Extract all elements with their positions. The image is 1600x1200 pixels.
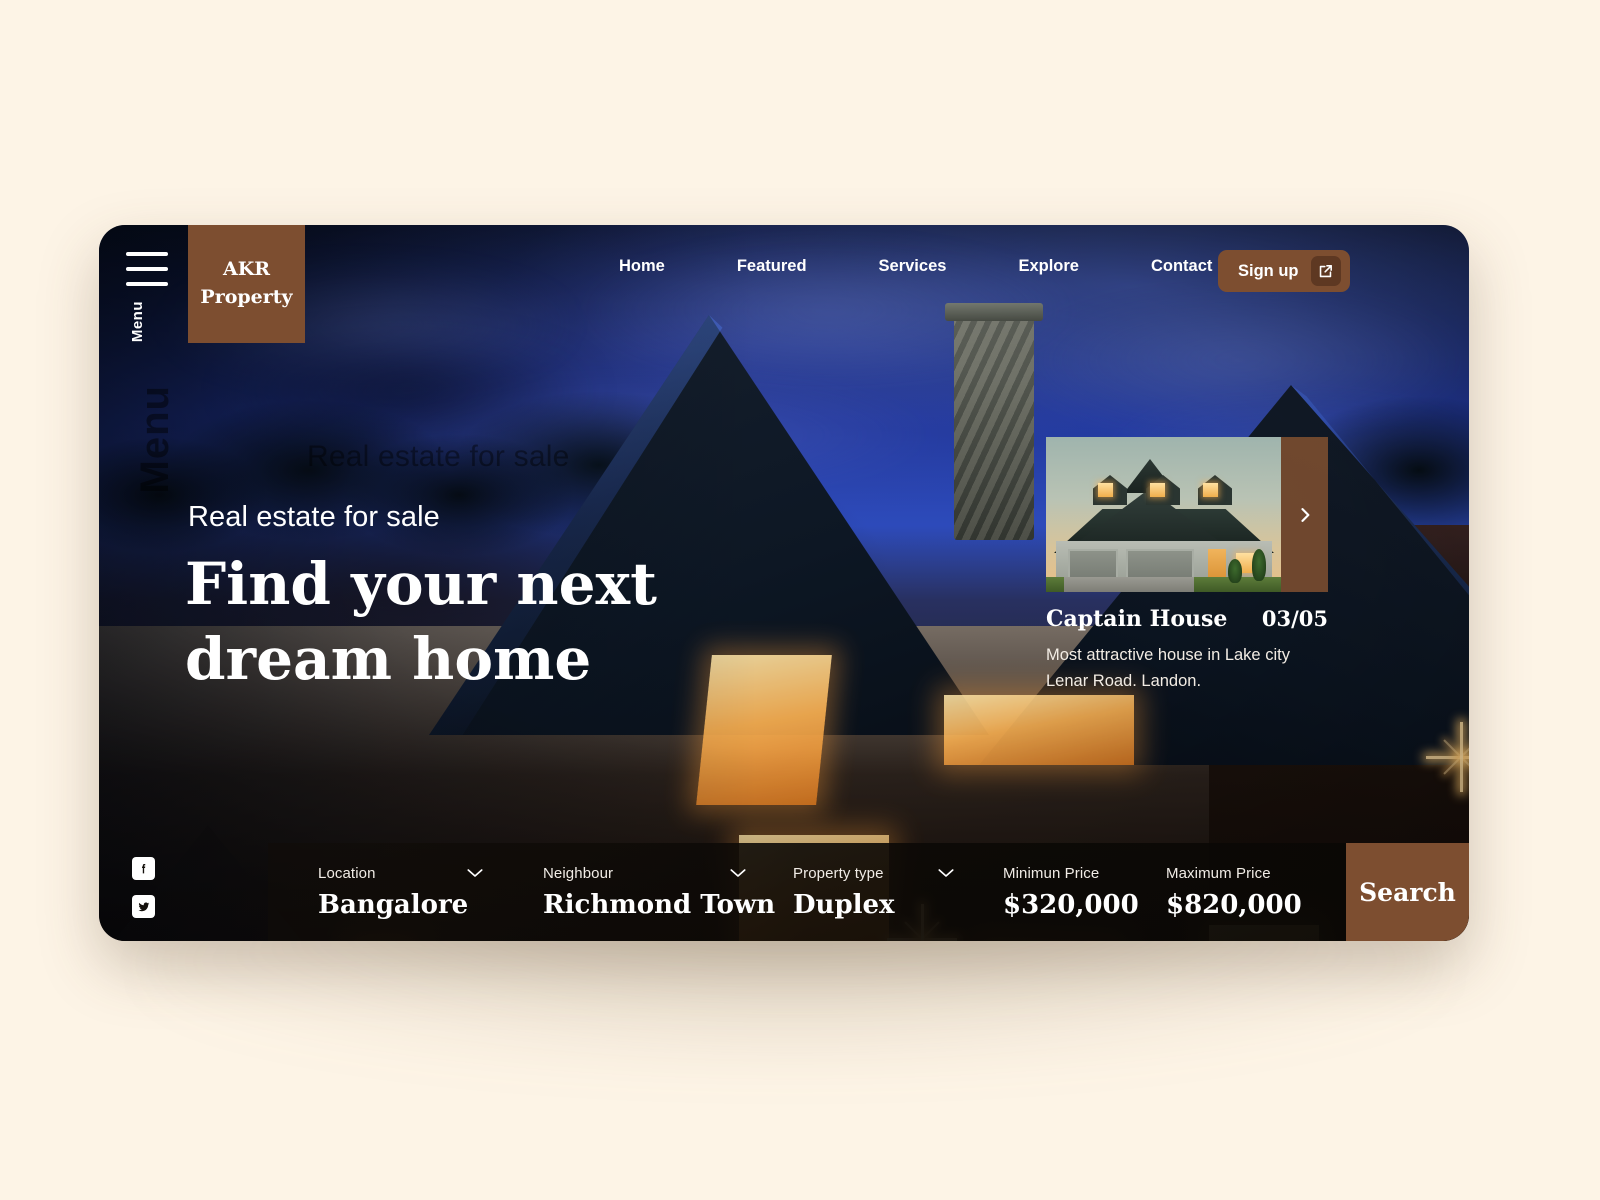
property-search-bar: Location Bangalore Neighbour Richmond To… [268,843,1469,941]
search-label-location: Location [318,864,376,882]
search-field-maximum-price[interactable]: Maximum Price $820,000 [1166,865,1346,920]
hero-section: Menu Menu AKR Property Home Featured Ser… [99,225,1469,941]
social-links [132,857,155,918]
chevron-down-icon[interactable] [466,866,484,884]
main-navigation: Home Featured Services Explore Contact [619,257,1212,276]
nav-item-featured[interactable]: Featured [737,257,807,276]
search-label-minimum-price: Minimun Price [1003,864,1100,882]
nav-item-services[interactable]: Services [879,257,947,276]
property-description: Most attractive house in Lake city Lenar… [1046,646,1290,690]
search-button-label: Search [1359,877,1456,907]
search-field-property-type[interactable]: Property type Duplex [793,865,1003,920]
hero-kicker: Real estate for sale [188,501,440,533]
carousel-next-button[interactable] [1281,437,1328,592]
search-value-property-type: Duplex [793,889,895,920]
logo[interactable]: AKR Property [188,225,305,343]
thumb-driveway [1064,577,1194,592]
headline-line-1: Find your next [185,550,657,618]
search-value-maximum-price: $820,000 [1166,889,1302,920]
thumb-window [1203,483,1218,497]
search-value-neighbour: Richmond Town [543,889,776,920]
twitter-icon[interactable] [132,895,155,918]
property-card-body: Captain House 03/05 Most attractive hous… [1046,606,1328,694]
search-label-neighbour: Neighbour [543,864,614,882]
logo-line-1: AKR [222,258,271,281]
hamburger-bar [126,252,168,256]
nav-item-explore[interactable]: Explore [1018,257,1079,276]
search-field-minimum-price[interactable]: Minimun Price $320,000 [1003,865,1166,920]
chevron-down-icon[interactable] [729,866,747,884]
featured-property-card: Captain House 03/05 Most attractive hous… [1046,437,1328,694]
search-label-maximum-price: Maximum Price [1166,864,1271,882]
page-canvas: Menu Menu AKR Property Home Featured Ser… [0,0,1600,1200]
page-title: Find your next dream home [185,547,805,698]
thumb-window [1150,483,1165,497]
nav-item-home[interactable]: Home [619,257,665,276]
property-title: Captain House [1046,606,1228,632]
external-link-icon [1310,256,1341,286]
property-card-header: Captain House 03/05 [1046,606,1328,632]
search-value-location: Bangalore [318,889,469,920]
thumb-window [1098,483,1113,497]
chevron-down-icon[interactable] [937,866,955,884]
search-label-property-type: Property type [793,864,884,882]
search-field-location[interactable]: Location Bangalore [318,865,543,920]
menu-vertical-label[interactable]: Menu [129,301,146,342]
chevron-right-icon [1300,507,1309,522]
search-button[interactable]: Search [1346,843,1469,941]
thumb-tree [1228,559,1242,583]
search-fields-group: Location Bangalore Neighbour Richmond To… [268,843,1346,941]
hamburger-bar [126,267,168,271]
sign-up-label: Sign up [1238,261,1299,280]
hamburger-menu-icon[interactable] [126,252,168,286]
headline-line-2: dream home [185,625,592,694]
facebook-icon[interactable] [132,857,155,880]
search-field-neighbour[interactable]: Neighbour Richmond Town [543,865,793,920]
search-value-minimum-price: $320,000 [1003,889,1139,920]
carousel-counter: 03/05 [1261,606,1328,631]
hamburger-bar [126,282,168,286]
logo-line-2: Property [200,286,293,308]
property-thumbnail[interactable] [1046,437,1281,592]
thumb-tree [1252,549,1266,581]
sign-up-button[interactable]: Sign up [1218,250,1350,292]
nav-item-contact[interactable]: Contact [1151,257,1212,276]
